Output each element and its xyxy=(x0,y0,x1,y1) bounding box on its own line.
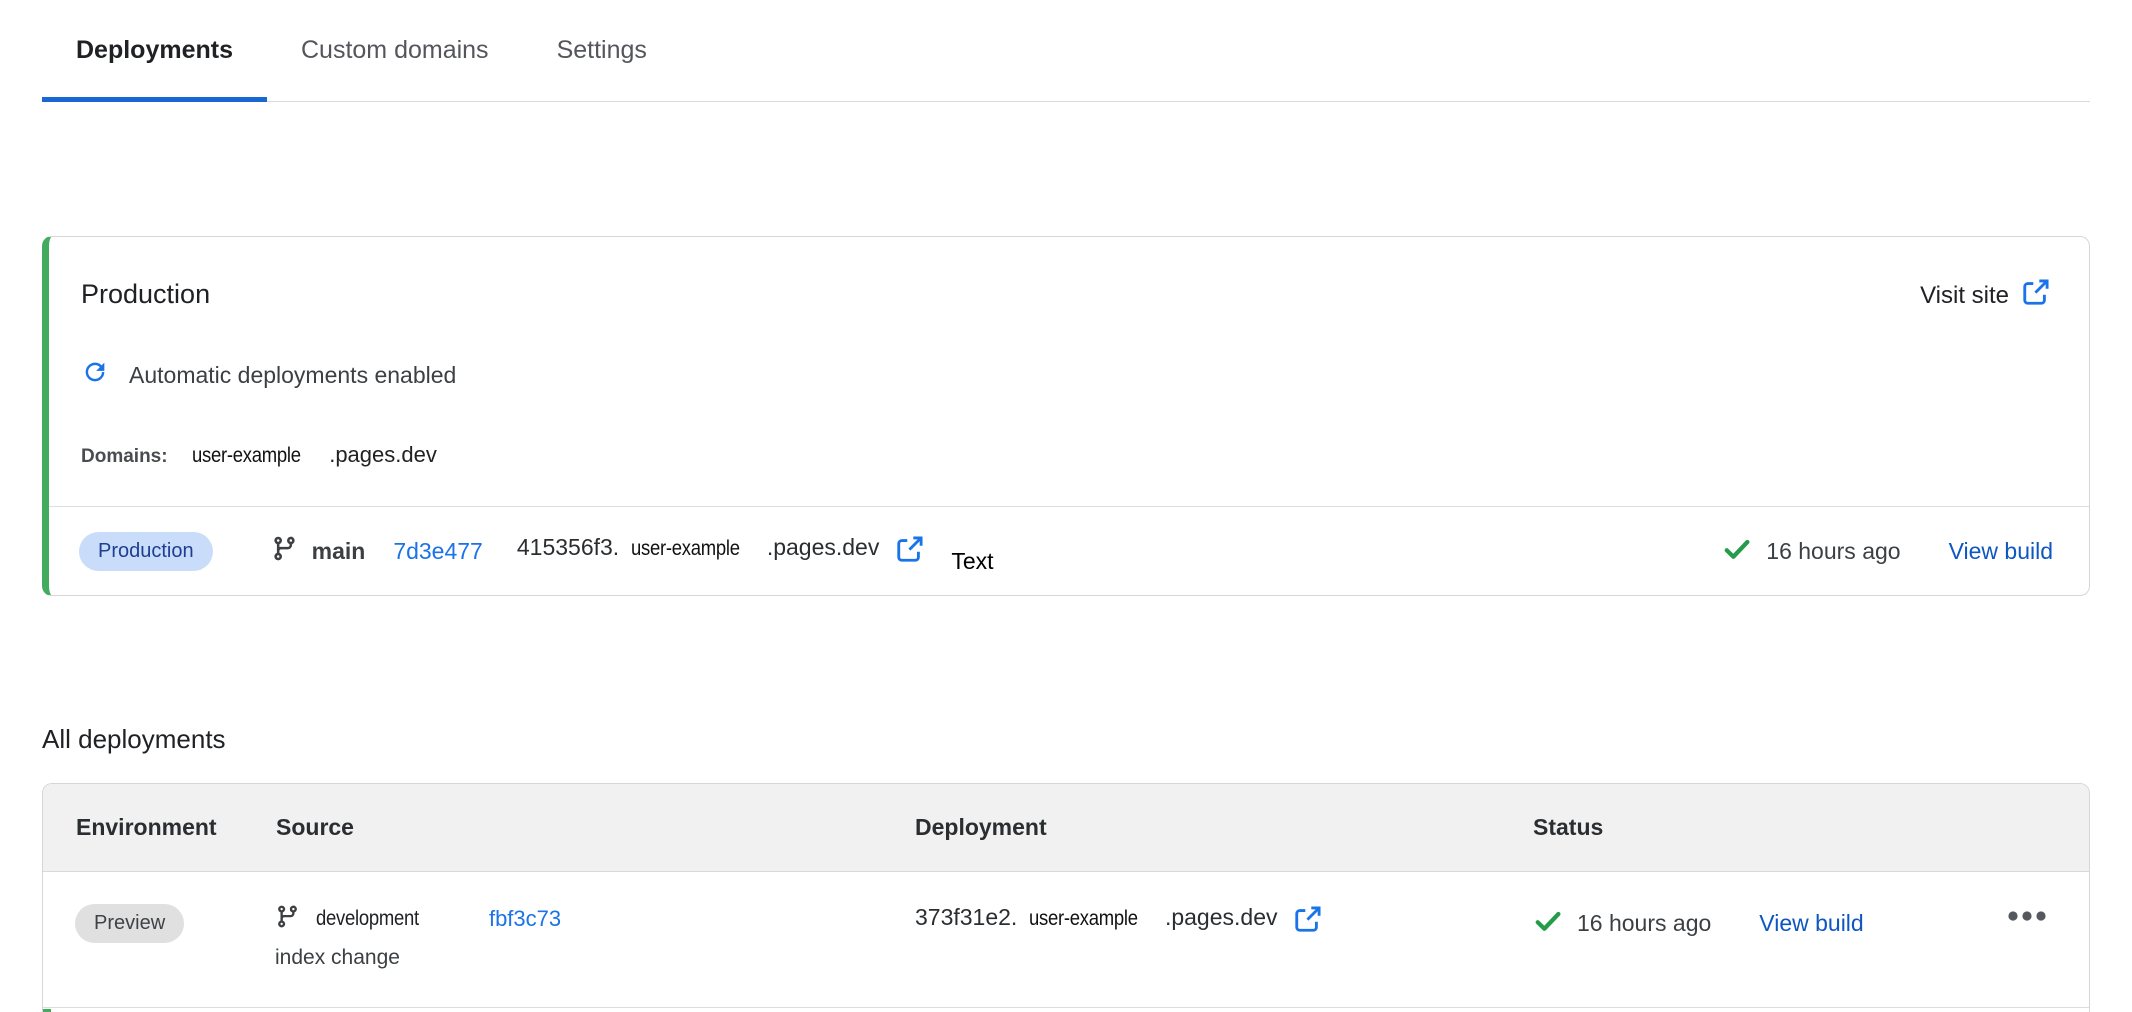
tab-deployments[interactable]: Deployments xyxy=(42,0,267,101)
domains-label: Domains: xyxy=(81,446,168,468)
auto-deployments-text: Automatic deployments enabled xyxy=(129,362,456,389)
commit-hash-link[interactable]: fbf3c73 xyxy=(489,906,561,932)
branch-name: development xyxy=(316,907,419,931)
production-card: Production Visit site Automatic deploym xyxy=(42,236,2090,596)
commit-message: index change xyxy=(275,946,915,970)
deployment-url-project: user-example xyxy=(1029,907,1138,931)
view-build-link[interactable]: View build xyxy=(1759,910,1863,937)
production-deployment-row: Production main 7d3e477 415356f3. user-e… xyxy=(49,507,2089,595)
column-header-status: Status xyxy=(1515,814,2089,841)
deployments-table: Environment Source Deployment Status Pre… xyxy=(42,783,2090,1012)
deployment-url-link[interactable]: 415356f3. user-example .pages.dev xyxy=(517,534,925,569)
check-icon xyxy=(1533,906,1563,941)
deployment-url-project: user-example xyxy=(631,537,740,561)
pages-project-deployments-page: Deployments Custom domains Settings Prod… xyxy=(0,0,2132,1012)
deployment-time: 16 hours ago xyxy=(1766,538,1900,565)
external-link-icon xyxy=(895,534,925,569)
deployment-url-prefix: 373f31e2. xyxy=(915,904,1017,931)
commit-hash-link[interactable]: 7d3e477 xyxy=(393,538,483,565)
domains-row: Domains: user-example .pages.dev xyxy=(81,442,2089,468)
row-actions-menu-button[interactable] xyxy=(2003,906,2051,929)
domain-suffix: .pages.dev xyxy=(329,442,437,468)
table-header-row: Environment Source Deployment Status xyxy=(43,784,2089,872)
tab-settings[interactable]: Settings xyxy=(523,0,681,101)
table-row: Preview development fbf3c73 index change… xyxy=(43,872,2089,1008)
git-branch-icon xyxy=(271,535,298,567)
deployment-url-prefix: 415356f3. xyxy=(517,534,619,561)
all-deployments-title: All deployments xyxy=(42,724,2132,755)
deployment-url-suffix: .pages.dev xyxy=(1165,904,1278,931)
git-branch-icon xyxy=(275,904,300,934)
column-header-environment: Environment xyxy=(43,814,265,841)
tab-bar: Deployments Custom domains Settings xyxy=(42,0,2090,102)
visit-site-label: Visit site xyxy=(1920,282,2009,310)
external-link-icon xyxy=(1293,904,1323,939)
column-header-source: Source xyxy=(265,814,915,841)
domain-project-name: user-example xyxy=(192,444,301,468)
production-card-title: Production xyxy=(81,277,210,311)
view-build-link[interactable]: View build xyxy=(1949,538,2053,565)
deployment-url-suffix: .pages.dev xyxy=(767,534,880,561)
environment-badge-preview: Preview xyxy=(75,904,184,943)
tab-custom-domains[interactable]: Custom domains xyxy=(267,0,523,101)
deployment-url-link[interactable]: 373f31e2. user-example .pages.dev xyxy=(915,904,1323,939)
column-header-deployment: Deployment xyxy=(915,814,1515,841)
branch-name: main xyxy=(312,538,366,565)
refresh-icon xyxy=(81,358,109,392)
visit-site-link[interactable]: Visit site xyxy=(1920,277,2051,314)
environment-badge-production: Production xyxy=(79,532,213,571)
check-icon xyxy=(1722,534,1752,569)
deployment-time: 16 hours ago xyxy=(1577,910,1711,937)
external-link-icon xyxy=(2021,277,2051,314)
text-annotation: Text xyxy=(951,548,993,575)
ellipsis-icon xyxy=(2007,910,2047,925)
